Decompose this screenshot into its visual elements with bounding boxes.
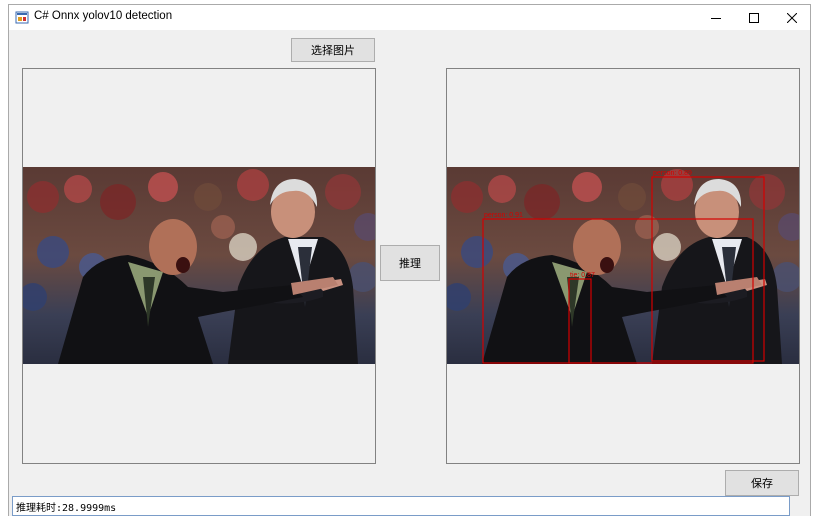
app-window: C# Onnx yolov10 detection 选择图片 推理 person… bbox=[8, 4, 811, 516]
maximize-button[interactable] bbox=[735, 5, 773, 30]
close-button[interactable] bbox=[773, 5, 810, 30]
source-photo bbox=[23, 167, 375, 364]
detection-label: person: 0.89 bbox=[653, 170, 692, 177]
title-bar: C# Onnx yolov10 detection bbox=[9, 5, 810, 30]
minimize-button[interactable] bbox=[697, 5, 735, 30]
infer-button[interactable]: 推理 bbox=[380, 245, 440, 281]
source-image-box bbox=[22, 68, 376, 464]
select-image-button[interactable]: 选择图片 bbox=[291, 38, 375, 62]
window-title: C# Onnx yolov10 detection bbox=[34, 10, 173, 22]
result-image-box: person: 0.89 person: 0.91 tie: 0.87 bbox=[446, 68, 800, 464]
status-output[interactable]: 推理耗时:28.9999ms bbox=[12, 496, 790, 516]
app-icon bbox=[15, 11, 29, 24]
maximize-icon bbox=[749, 12, 759, 23]
result-photo: person: 0.89 person: 0.91 tie: 0.87 bbox=[447, 167, 799, 364]
detection-label: tie: 0.87 bbox=[570, 272, 595, 279]
save-button[interactable]: 保存 bbox=[725, 470, 799, 496]
minimize-icon bbox=[711, 17, 721, 19]
detection-label: person: 0.91 bbox=[484, 212, 523, 219]
close-icon bbox=[787, 12, 797, 23]
